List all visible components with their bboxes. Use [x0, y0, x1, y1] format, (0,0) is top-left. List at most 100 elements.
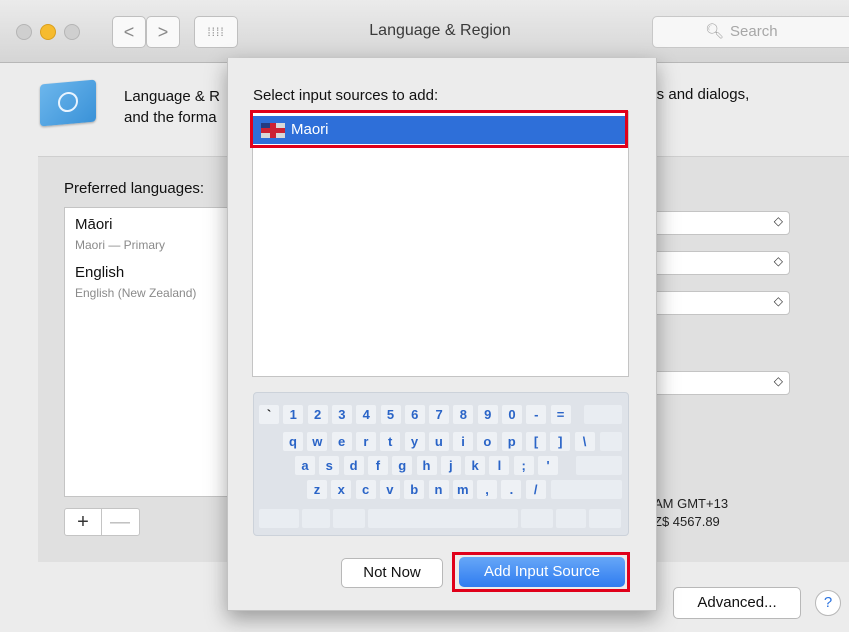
keyboard-key: u: [428, 432, 449, 451]
language-name[interactable]: Māori: [75, 216, 113, 233]
keyboard-key: r: [355, 432, 376, 451]
keyboard-key-blank: [368, 509, 518, 528]
keyboard-key: b: [404, 480, 425, 499]
keyboard-key: j: [440, 456, 461, 475]
preferred-languages-label: Preferred languages:: [64, 180, 205, 197]
un-flag-icon: [40, 79, 96, 127]
keyboard-key: t: [380, 432, 401, 451]
minimize-button[interactable]: [40, 24, 56, 40]
keyboard-key: v: [379, 480, 400, 499]
time-format-sample: AM GMT+13: [654, 496, 729, 511]
keyboard-key: a: [295, 456, 315, 475]
back-button[interactable]: <: [112, 16, 146, 48]
language-detail: Maori — Primary: [75, 238, 166, 252]
keyboard-key: d: [343, 456, 364, 475]
input-source-list[interactable]: [252, 111, 629, 377]
chevron-right-icon: >: [157, 22, 169, 42]
keyboard-key-blank: [589, 509, 621, 528]
grid-icon: ⁞⁞⁞⁞: [207, 25, 225, 39]
keyboard-key: /: [525, 480, 546, 499]
keyboard-key: ]: [550, 432, 571, 451]
keyboard-key: 8: [453, 405, 474, 424]
show-all-button[interactable]: ⁞⁞⁞⁞: [194, 16, 238, 48]
add-remove-control: + —: [64, 508, 140, 536]
keyboard-key: q: [283, 432, 303, 451]
keyboard-key: 2: [307, 405, 328, 424]
remove-language-button[interactable]: —: [102, 509, 138, 535]
keyboard-key-blank: [576, 456, 622, 475]
keyboard-key: l: [489, 456, 510, 475]
keyboard-key-blank: [600, 432, 622, 451]
system-preferences-window: < > ⁞⁞⁞⁞ Language & Region 🔍︎ Search Lang…: [0, 0, 849, 632]
keyboard-key: \: [574, 432, 595, 451]
keyboard-key: -: [526, 405, 547, 424]
search-placeholder: Search: [730, 23, 778, 40]
highlight-outline: [250, 110, 628, 148]
keyboard-key: 4: [356, 405, 377, 424]
keyboard-key-blank: [302, 509, 330, 528]
keyboard-key: x: [331, 480, 352, 499]
keyboard-key: 1: [283, 405, 304, 424]
window-title: Language & Region: [369, 22, 511, 39]
keyboard-key: g: [392, 456, 413, 475]
keyboard-key: f: [367, 456, 388, 475]
add-language-button[interactable]: +: [65, 509, 102, 535]
keyboard-key: m: [452, 480, 473, 499]
keyboard-key: 3: [331, 405, 352, 424]
keyboard-key: ,: [477, 480, 498, 499]
language-detail: English (New Zealand): [75, 286, 197, 300]
keyboard-key-blank: [556, 509, 586, 528]
close-button[interactable]: [16, 24, 32, 40]
keyboard-key-blank: [551, 480, 622, 499]
updown-chevron-icon: ◇: [773, 254, 783, 268]
first-day-popup[interactable]: ◇: [650, 251, 790, 275]
keyboard-key: 5: [380, 405, 401, 424]
keyboard-key-blank: [333, 509, 365, 528]
sheet-title: Select input sources to add:: [253, 87, 439, 104]
keyboard-key: p: [501, 432, 522, 451]
keyboard-key: s: [319, 456, 340, 475]
keyboard-key: e: [331, 432, 352, 451]
keyboard-key: ;: [513, 456, 534, 475]
keyboard-key: .: [501, 480, 522, 499]
keyboard-key: ': [538, 456, 558, 475]
keyboard-key: 0: [502, 405, 522, 424]
keyboard-key: w: [307, 432, 328, 451]
updown-chevron-icon: ◇: [773, 214, 783, 228]
keyboard-key-blank: [584, 405, 622, 424]
keyboard-key: =: [550, 405, 571, 424]
keyboard-key-blank: [521, 509, 553, 528]
zoom-button[interactable]: [64, 24, 80, 40]
updown-chevron-icon: ◇: [773, 374, 783, 388]
pane-description: Language & R and the forma: [124, 88, 220, 126]
keyboard-preview: ` 1 2 3 4 5 6 7 8 9 0- = q w e r t y u i o p[] \ a s d f g h j k l; ' z x c…: [253, 392, 629, 536]
keyboard-key: c: [355, 480, 376, 499]
keyboard-key: 7: [429, 405, 450, 424]
search-icon: 🔍︎: [705, 23, 725, 40]
temperature-popup[interactable]: ◇: [650, 371, 790, 395]
keyboard-key: `: [259, 405, 279, 424]
keyboard-key: n: [428, 480, 449, 499]
keyboard-key: y: [404, 432, 425, 451]
chevron-left-icon: <: [123, 22, 135, 42]
calendar-popup[interactable]: ◇: [650, 291, 790, 315]
keyboard-key-blank: [259, 509, 299, 528]
help-button[interactable]: ?: [815, 590, 841, 616]
currency-format-sample: Z$ 4567.89: [654, 514, 720, 529]
keyboard-key: z: [307, 480, 327, 499]
keyboard-key: 9: [477, 405, 498, 424]
keyboard-key: o: [477, 432, 498, 451]
keyboard-key: [: [526, 432, 546, 451]
keyboard-key: k: [465, 456, 486, 475]
title-bar: < > ⁞⁞⁞⁞ Language & Region 🔍︎ Search: [0, 0, 849, 63]
highlight-outline: [452, 552, 630, 592]
region-popup[interactable]: ◇: [650, 211, 790, 235]
keyboard-key: h: [416, 456, 437, 475]
keyboard-key: i: [453, 432, 474, 451]
updown-chevron-icon: ◇: [773, 294, 783, 308]
language-name[interactable]: English: [75, 264, 124, 281]
not-now-button[interactable]: Not Now: [341, 558, 443, 588]
search-field[interactable]: 🔍︎ Search: [652, 16, 849, 48]
forward-button[interactable]: >: [146, 16, 180, 48]
advanced-button[interactable]: Advanced...: [673, 587, 801, 619]
